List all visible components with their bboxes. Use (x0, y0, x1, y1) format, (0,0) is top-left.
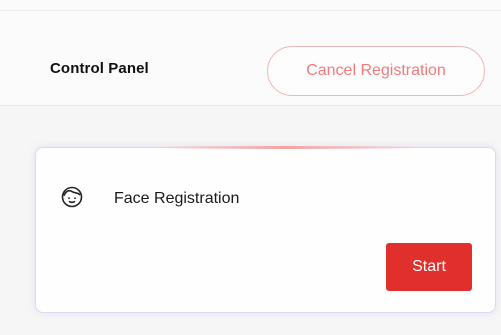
start-button[interactable]: Start (386, 243, 472, 291)
face-icon (60, 185, 84, 209)
cancel-registration-button[interactable]: Cancel Registration (267, 46, 485, 96)
panel-header: Control Panel Cancel Registration (0, 11, 501, 106)
panel-title: Control Panel (50, 60, 149, 77)
face-registration-label: Face Registration (114, 190, 240, 207)
top-strip (0, 0, 501, 11)
face-registration-card: Face Registration Start (35, 146, 496, 313)
